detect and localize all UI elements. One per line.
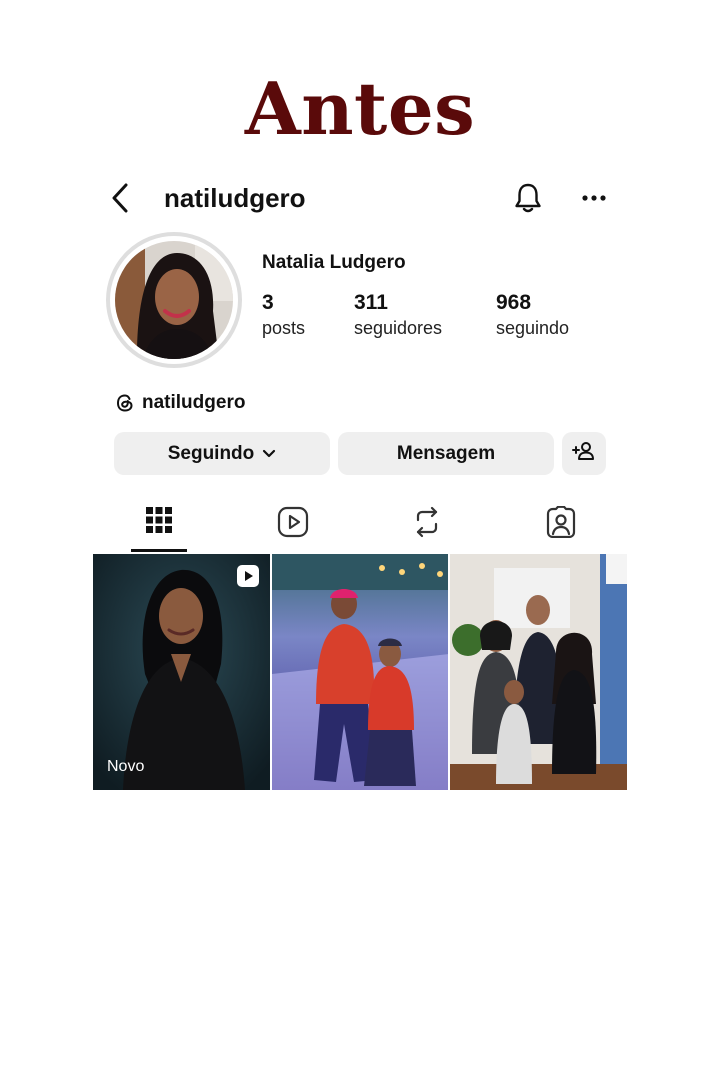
more-options-icon[interactable]	[578, 182, 610, 214]
posts-count: 3	[262, 291, 274, 314]
profile-username: natiludgero	[164, 182, 306, 213]
post-thumbnail-1[interactable]: Novo	[93, 554, 270, 790]
threads-link[interactable]: natiludgero	[114, 392, 245, 414]
chevron-down-icon	[262, 443, 276, 465]
repost-icon	[412, 506, 442, 543]
posts-label: posts	[262, 318, 306, 338]
post-thumbnail-2[interactable]	[271, 554, 449, 790]
post-thumbnail-3[interactable]	[450, 554, 628, 790]
following-count: 968	[496, 291, 532, 314]
add-user-button[interactable]	[562, 432, 606, 475]
message-button[interactable]: Mensagem	[338, 432, 554, 475]
grid-icon	[145, 506, 173, 539]
post-image-portrait	[93, 554, 270, 790]
followers-count: 311	[354, 291, 388, 314]
add-user-icon	[572, 441, 596, 467]
profile-display-name: Natalia Ludgero	[262, 252, 406, 273]
threads-handle: natiludgero	[142, 392, 246, 413]
back-arrow-icon[interactable]	[110, 180, 138, 216]
followers-stat[interactable]: 311 seguidores	[354, 290, 496, 340]
page-heading: Antes	[244, 66, 476, 151]
posts-grid: Novo	[93, 554, 628, 790]
profile-tabs	[92, 500, 628, 552]
following-stat[interactable]: 968 seguindo	[496, 290, 606, 340]
reels-icon	[277, 506, 309, 543]
avatar	[115, 241, 233, 359]
following-label: seguindo	[496, 318, 570, 338]
post-image-snow-park	[271, 554, 449, 790]
bell-icon[interactable]	[512, 182, 544, 214]
tab-reposts[interactable]	[360, 500, 494, 552]
tab-posts-grid[interactable]	[92, 500, 226, 552]
tab-reels[interactable]	[226, 500, 360, 552]
following-button-label: Seguindo	[167, 442, 255, 464]
avatar-ring[interactable]	[106, 232, 242, 368]
tagged-icon	[545, 505, 577, 543]
following-button[interactable]: Seguindo	[114, 432, 330, 475]
profile-stats: 3 posts 311 seguidores 968 seguindo	[262, 290, 606, 340]
post-image-family	[450, 554, 628, 790]
new-post-label: Novo	[107, 758, 145, 775]
profile-header: natiludgero	[110, 176, 610, 220]
followers-label: seguidores	[354, 318, 443, 338]
reel-indicator-icon	[236, 564, 260, 588]
tab-tagged[interactable]	[494, 500, 628, 552]
profile-actions: Seguindo Mensagem	[114, 432, 606, 475]
threads-icon	[114, 392, 136, 414]
posts-stat[interactable]: 3 posts	[262, 290, 354, 340]
message-button-label: Mensagem	[396, 442, 496, 464]
